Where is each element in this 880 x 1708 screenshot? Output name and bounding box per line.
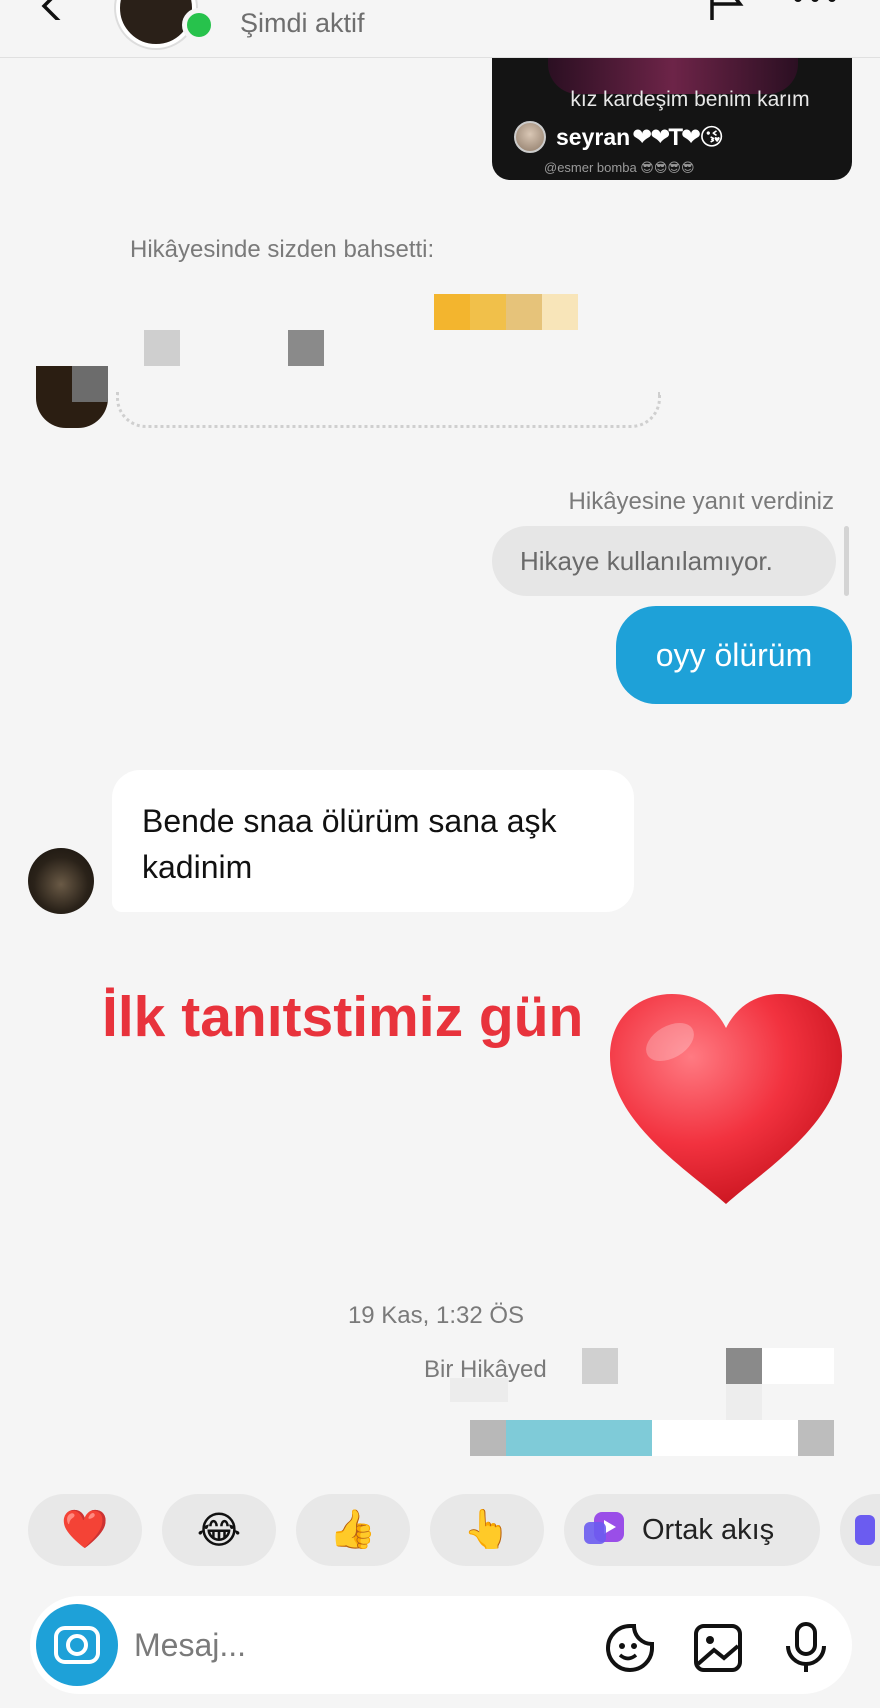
gallery-icon[interactable] [692, 1622, 744, 1674]
story-hearts: ❤❤T❤😘 [632, 123, 724, 151]
more-reactions-button[interactable] [840, 1494, 880, 1566]
active-status: Şimdi aktif [240, 8, 365, 38]
sent-message-bubble[interactable]: oyy ölürüm [616, 606, 852, 704]
sticker-icon[interactable] [604, 1622, 656, 1674]
story-caption-2: seyran ❤❤T❤😘 [514, 120, 724, 154]
shared-feed-icon-partial [855, 1515, 875, 1545]
ortak-akis-button[interactable]: Ortak akış [564, 1494, 820, 1566]
reaction-joy[interactable]: 😂 [162, 1494, 276, 1566]
story-mini-avatar [514, 121, 546, 153]
message-input[interactable] [134, 1618, 554, 1672]
story-name: seyran [556, 123, 631, 150]
back-arrow-icon[interactable] [34, 0, 68, 20]
reply-label: Hikâyesine yanıt verdiniz [568, 488, 834, 515]
sender-avatar[interactable] [28, 848, 94, 914]
quoted-story[interactable]: Hikaye kullanılamıyor. [492, 526, 836, 596]
received-message-bubble[interactable]: Bende snaa ölürüm sana aşk kadinim [112, 770, 634, 912]
mention-avatar[interactable] [36, 366, 108, 428]
more-options-icon[interactable] [790, 0, 840, 10]
online-indicator [182, 8, 216, 42]
overlay-caption: İlk tanıtstimiz gün [102, 985, 584, 1049]
heart-icon [610, 994, 842, 1204]
camera-icon [54, 1626, 100, 1664]
reaction-point[interactable]: 👆 [430, 1494, 544, 1566]
story-reply-connector [116, 392, 661, 428]
shared-story-card[interactable]: kız kardeşim benim karım seyran ❤❤T❤😘 @e… [492, 58, 852, 180]
story-credit: @esmer bomba 😎😎😎😎 [544, 160, 695, 175]
camera-button[interactable] [36, 1604, 118, 1686]
mention-label: Hikâyesinde sizden bahsetti: [130, 236, 435, 263]
reaction-heart[interactable]: ❤️ [28, 1494, 142, 1566]
chat-header: Şimdi aktif [0, 0, 880, 58]
microphone-icon[interactable] [780, 1622, 832, 1674]
shared-feed-icon [584, 1512, 624, 1544]
message-composer [30, 1596, 852, 1694]
pixelated-shared-preview[interactable] [0, 1340, 880, 1460]
story-caption-1: kız kardeşim benim karım [570, 88, 810, 111]
ortak-akis-label: Ortak akış [642, 1513, 775, 1546]
message-timestamp: 19 Kas, 1:32 ÖS [347, 1302, 525, 1329]
pixelated-story-preview[interactable] [0, 290, 600, 370]
quote-bar [844, 526, 849, 596]
reaction-thumbs-up[interactable]: 👍 [296, 1494, 410, 1566]
quick-reactions-bar: ❤️ 😂 👍 👆 Ortak akış [0, 1494, 880, 1566]
flag-icon[interactable] [706, 0, 746, 20]
